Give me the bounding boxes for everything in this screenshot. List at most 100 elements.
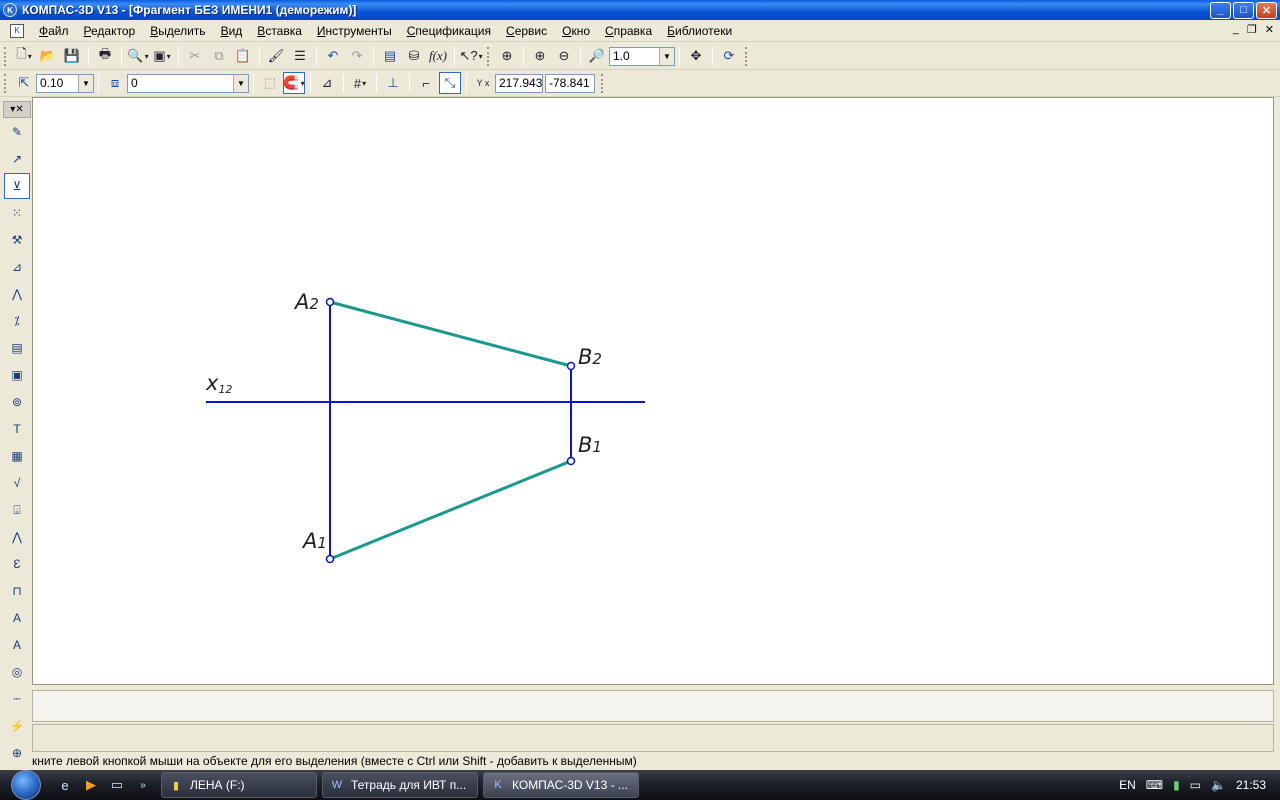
open-folder-icon[interactable]: 📂 (37, 45, 59, 67)
maximize-button[interactable]: □ (1233, 1, 1254, 19)
point-a1[interactable] (325, 554, 335, 564)
taskbar-item-folder[interactable]: ▮ ЛЕНА (F:) (161, 772, 317, 798)
media-player-icon[interactable]: ▶ (80, 774, 102, 796)
menu-window[interactable]: Окно (555, 20, 598, 42)
taskbar-item-word[interactable]: W Тетрадь для ИВТ п... (322, 772, 478, 798)
quicklaunch-overflow-icon[interactable]: » (132, 774, 154, 796)
center-mark-icon[interactable]: ⊕ (4, 740, 30, 766)
coord-x-field[interactable]: 217.943 (495, 73, 543, 93)
taskbar-item-kompas[interactable]: K КОМПАС-3D V13 - ... (483, 772, 639, 798)
pan-icon[interactable]: ✥ (685, 45, 707, 67)
mdi-close-button[interactable]: ✕ (1265, 23, 1274, 36)
cursor-step-icon[interactable]: ⇱ (13, 72, 35, 94)
local-cs-icon[interactable]: ⊥ (382, 72, 404, 94)
dimensions-icon[interactable]: ↗ (4, 146, 30, 172)
language-indicator[interactable]: EN (1119, 778, 1136, 792)
manager-icon[interactable]: ▤ (379, 45, 401, 67)
battery-icon[interactable]: ▮ (1173, 778, 1180, 792)
menu-file[interactable]: Файл (32, 20, 77, 42)
toolbar-grip[interactable] (487, 46, 491, 66)
undo-icon[interactable]: ↶ (322, 45, 344, 67)
segment-a1-b1[interactable] (329, 459, 572, 561)
chevron-down-icon[interactable]: ▼ (78, 74, 93, 92)
parametric-mode-icon[interactable]: ⬚ (259, 72, 281, 94)
variables-icon[interactable]: f(x) (427, 45, 449, 67)
document-menu-icon[interactable]: K (10, 23, 24, 38)
orthogonal-icon[interactable]: ⊿ (316, 72, 338, 94)
toolbar-grip[interactable] (4, 46, 8, 66)
save-icon[interactable]: 💾 (61, 45, 83, 67)
zoom-in-icon[interactable]: ⊕ (529, 45, 551, 67)
cut-icon[interactable]: ✂ (184, 45, 206, 67)
paste-icon[interactable]: 📋 (232, 45, 254, 67)
designations-icon[interactable]: ⊻ (4, 173, 30, 199)
spec-icon[interactable]: ⁒ (4, 308, 30, 334)
segment-a2-b2[interactable] (329, 300, 572, 368)
point-b1[interactable] (566, 456, 576, 466)
chevron-down-icon[interactable]: ▼ (659, 47, 674, 65)
roughness-icon[interactable]: √ (4, 470, 30, 496)
select-icon[interactable]: ⋀ (4, 281, 30, 307)
editing-icon[interactable]: ⁙ (4, 200, 30, 226)
layer-combobox[interactable]: 0 ▼ (127, 73, 249, 93)
minimize-button[interactable]: _ (1210, 1, 1231, 19)
menu-view[interactable]: Вид (214, 20, 251, 42)
context-help-icon[interactable]: ↖? (459, 45, 482, 67)
print-icon[interactable]: 🖶 (94, 45, 116, 67)
geometry-icon[interactable]: ✎ (4, 119, 30, 145)
new-document-icon[interactable]: 🗋 (13, 45, 35, 67)
toolbar-grip[interactable] (745, 46, 749, 66)
arrow-view-icon[interactable]: A (4, 632, 30, 658)
library-manager-icon[interactable]: ⛁ (403, 45, 425, 67)
point-b2[interactable] (566, 361, 576, 371)
cut-line-icon[interactable]: A (4, 605, 30, 631)
zoom-window-icon[interactable]: ⊕ (496, 45, 518, 67)
menu-select[interactable]: Выделить (143, 20, 213, 42)
close-button[interactable]: ✕ (1256, 1, 1277, 19)
break-line-icon[interactable]: ⚡ (4, 713, 30, 739)
window-title-bar[interactable]: K КОМПАС-3D V13 - [Фрагмент БЕЗ ИМЕНИ1 (… (0, 0, 1280, 20)
measure-icon[interactable]: ⊿ (4, 254, 30, 280)
menu-libraries[interactable]: Библиотеки (660, 20, 740, 42)
chevron-down-icon[interactable]: ▼ (233, 74, 248, 92)
point-a2[interactable] (325, 297, 335, 307)
internet-explorer-icon[interactable]: e (54, 774, 76, 796)
copy-properties-icon[interactable]: 🖌 (265, 45, 287, 67)
mdi-restore-button[interactable]: ❐ (1247, 23, 1257, 36)
menu-service[interactable]: Сервис (499, 20, 555, 42)
clock[interactable]: 21:53 (1236, 778, 1266, 792)
show-desktop-icon[interactable]: ▭ (106, 774, 128, 796)
menu-tools[interactable]: Инструменты (310, 20, 400, 42)
document-manager-icon[interactable]: ▣ (151, 45, 173, 67)
base-icon[interactable]: ⍗ (4, 497, 30, 523)
menu-specification[interactable]: Спецификация (400, 20, 499, 42)
position-icon[interactable]: Ɛ (4, 551, 30, 577)
menu-insert[interactable]: Вставка (250, 20, 310, 42)
menu-help[interactable]: Справка (598, 20, 660, 42)
menu-editor[interactable]: Редактор (77, 20, 144, 42)
print-preview-icon[interactable]: 🔍 (127, 45, 149, 67)
copy-icon[interactable]: ⧉ (208, 45, 230, 67)
round-icon[interactable]: ⤡ (439, 72, 461, 94)
redo-icon[interactable]: ↷ (346, 45, 368, 67)
leader-icon[interactable]: ⋀ (4, 524, 30, 550)
report-icon[interactable]: ▤ (4, 335, 30, 361)
toolbar-grip[interactable] (601, 73, 605, 93)
layer-icon[interactable]: ⧈ (104, 72, 126, 94)
grid-icon[interactable]: # (349, 72, 371, 94)
table-icon[interactable]: ▦ (4, 443, 30, 469)
keyboard-icon[interactable]: ⌨ (1146, 778, 1163, 792)
compact-panel-header[interactable]: ▾✕ (3, 101, 31, 118)
tolerance-icon[interactable]: ⊓ (4, 578, 30, 604)
toolbar-grip[interactable] (4, 73, 8, 93)
zoom-scale-icon[interactable]: 🔎 (586, 45, 608, 67)
start-button[interactable] (0, 770, 52, 800)
properties-list-icon[interactable]: ☰ (289, 45, 311, 67)
mdi-minimize-button[interactable]: _ (1233, 23, 1239, 36)
local-view-icon[interactable]: ◎ (4, 659, 30, 685)
snaps-icon[interactable]: 🧲 (283, 72, 305, 94)
ortho-mode-icon[interactable]: ⌐ (415, 72, 437, 94)
coord-y-field[interactable]: -78.841 (545, 73, 595, 93)
text-icon[interactable]: T (4, 416, 30, 442)
step-combobox[interactable]: 0.10 ▼ (36, 73, 94, 93)
